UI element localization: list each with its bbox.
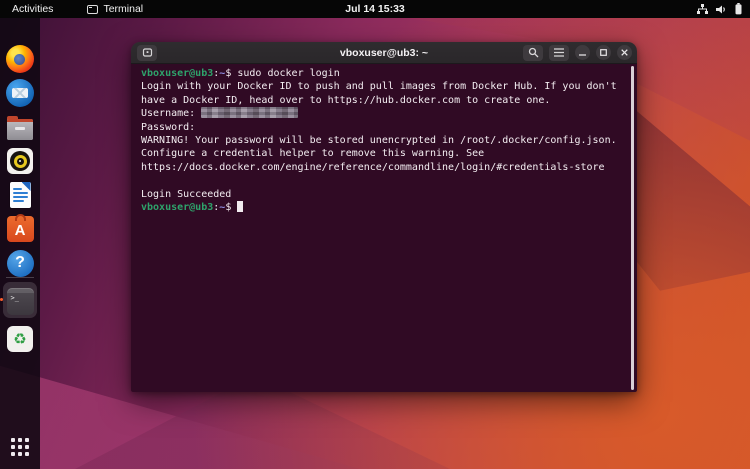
new-tab-button[interactable] bbox=[137, 45, 157, 61]
show-applications-button[interactable] bbox=[11, 438, 29, 456]
dock-item-firefox[interactable] bbox=[5, 44, 35, 74]
battery-icon bbox=[735, 3, 742, 15]
thunderbird-icon bbox=[6, 79, 34, 107]
terminal-body[interactable]: vboxuser@ub3:~$ sudo docker loginLogin w… bbox=[131, 64, 637, 392]
redacted-username bbox=[201, 107, 298, 118]
dock-item-rhythmbox[interactable] bbox=[5, 146, 35, 176]
libreoffice-writer-icon bbox=[10, 182, 31, 208]
trash-icon: ♻ bbox=[7, 326, 33, 352]
firefox-icon bbox=[6, 45, 34, 73]
network-icon bbox=[697, 4, 708, 15]
dock-separator bbox=[6, 277, 34, 278]
maximize-button[interactable] bbox=[596, 45, 611, 60]
rhythmbox-icon bbox=[7, 148, 33, 174]
files-icon bbox=[7, 119, 33, 140]
terminal-app-icon bbox=[87, 5, 98, 14]
dock-item-terminal[interactable]: >_ bbox=[5, 286, 35, 316]
ubuntu-software-icon: A bbox=[7, 216, 34, 242]
scrollbar[interactable] bbox=[631, 66, 634, 390]
dock-item-libreoffice-writer[interactable] bbox=[5, 180, 35, 210]
help-icon: ? bbox=[7, 250, 34, 277]
volume-icon bbox=[716, 4, 727, 15]
terminal-window: vboxuser@ub3: ~ bbox=[131, 42, 637, 392]
titlebar[interactable]: vboxuser@ub3: ~ bbox=[131, 42, 637, 64]
dock: A ? >_ ♻ bbox=[0, 18, 40, 469]
close-button[interactable] bbox=[617, 45, 632, 60]
focused-app-indicator[interactable]: Terminal bbox=[87, 3, 143, 15]
dock-item-trash[interactable]: ♻ bbox=[5, 324, 35, 354]
minimize-button[interactable] bbox=[575, 45, 590, 60]
dock-item-ubuntu-software[interactable]: A bbox=[5, 214, 35, 244]
menu-button[interactable] bbox=[549, 45, 569, 61]
dock-item-thunderbird[interactable] bbox=[5, 78, 35, 108]
terminal-icon: >_ bbox=[7, 288, 34, 315]
terminal-cursor bbox=[237, 201, 243, 212]
dock-item-files[interactable] bbox=[5, 114, 35, 144]
activities-button[interactable]: Activities bbox=[0, 0, 65, 18]
top-bar: Activities Terminal Jul 14 15:33 bbox=[0, 0, 750, 18]
system-status-area[interactable] bbox=[697, 0, 742, 18]
running-indicator-dot bbox=[0, 298, 3, 301]
clock[interactable]: Jul 14 15:33 bbox=[345, 0, 405, 18]
focused-app-label: Terminal bbox=[103, 3, 143, 15]
search-button[interactable] bbox=[523, 45, 543, 61]
dock-item-help[interactable]: ? bbox=[5, 248, 35, 278]
terminal-output: vboxuser@ub3:~$ sudo docker loginLogin w… bbox=[141, 67, 625, 392]
